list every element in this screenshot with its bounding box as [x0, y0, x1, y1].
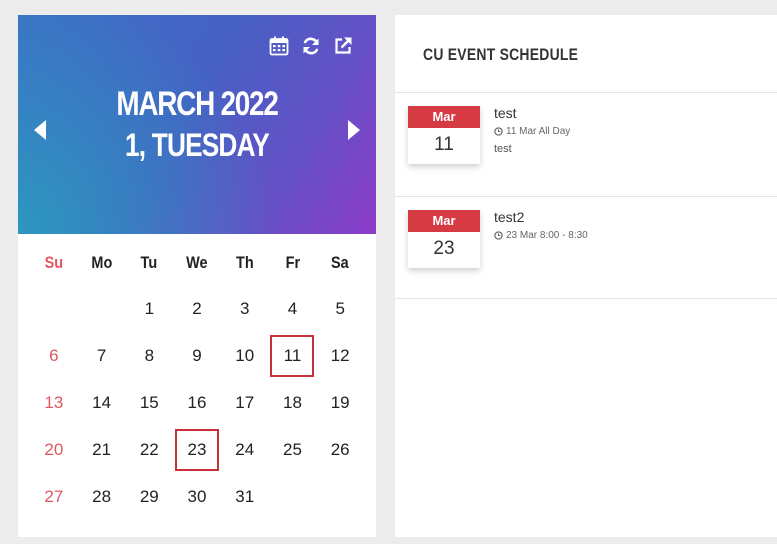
selected-day-label: 1, TUESDAY [125, 127, 270, 163]
badge-day: 11 [434, 134, 454, 155]
divider [395, 298, 777, 299]
weekday-label: Su [44, 253, 64, 272]
weekday-label: Sa [331, 253, 350, 272]
badge-day: 23 [433, 238, 455, 259]
chevron-right-icon [348, 120, 360, 140]
calendar-widget: MARCH 2022 1, TUESDAY Su Mo Tu We Th Fr Sa 123… [18, 15, 376, 537]
previous-month-button[interactable] [30, 115, 50, 145]
calendar-day[interactable]: 5 [316, 289, 364, 329]
weekday-label: We [186, 253, 208, 272]
event-title[interactable]: test [494, 105, 517, 121]
calendar-day[interactable]: 14 [78, 383, 126, 423]
next-month-button[interactable] [344, 115, 364, 145]
weekday-label: Mo [91, 253, 113, 272]
calendar-day[interactable]: 30 [173, 477, 221, 517]
calendar-day[interactable]: 31 [221, 477, 269, 517]
calendar-week-row: 27 28 29 30 31 [30, 473, 364, 520]
calendar-week-row: 12345 [30, 285, 364, 332]
calendar-empty-cell [316, 477, 364, 517]
refresh-icon[interactable] [300, 35, 322, 57]
calendar-day[interactable]: 19 [316, 383, 364, 423]
event-time: 11 Mar All Day [494, 126, 570, 137]
calendar-day-grid: 1 2 3 4 5 6 7 8 9 10 11 12 13 14 15 16 17 18 19 20 21 22 23 24 2… [30, 285, 364, 520]
month-year-label: MARCH 2022 [116, 85, 278, 123]
calendar-icon[interactable] [268, 35, 290, 57]
calendar-day[interactable]: 15 [125, 383, 173, 423]
calendar-day[interactable]: 13 [30, 383, 78, 423]
calendar-day[interactable]: 10 [221, 336, 269, 376]
calendar-empty-cell [269, 477, 317, 517]
calendar-day[interactable]: 6 [30, 336, 78, 376]
calendar-day[interactable]: 21 [78, 430, 126, 470]
calendar-day[interactable]: 2 [173, 289, 221, 329]
event-date-badge: Mar 23 [408, 210, 480, 268]
event-description: test [494, 143, 512, 155]
calendar-day[interactable]: 1 [125, 289, 173, 329]
calendar-week-row: 20 21 22 23 24 25 26 [30, 426, 364, 473]
calendar-day[interactable]: 16 [173, 383, 221, 423]
header-toolbar [268, 35, 354, 57]
calendar-day[interactable]: 23 [173, 430, 221, 470]
badge-month: Mar [408, 210, 480, 232]
clock-icon [494, 127, 503, 136]
weekday-label: Tu [140, 253, 158, 272]
clock-icon [494, 231, 503, 240]
calendar-day[interactable]: 26 [316, 430, 364, 470]
calendar-empty-cell [30, 289, 78, 329]
chevron-left-icon [34, 120, 46, 140]
calendar-day[interactable]: 27 [30, 477, 78, 517]
calendar-day[interactable]: 4 [269, 289, 317, 329]
event-time-text: 23 Mar 8:00 - 8:30 [506, 230, 588, 241]
calendar-empty-cell [78, 289, 126, 329]
event-time: 23 Mar 8:00 - 8:30 [494, 230, 588, 241]
calendar-day[interactable]: 3 [221, 289, 269, 329]
calendar-day[interactable]: 25 [269, 430, 317, 470]
calendar-day[interactable]: 24 [221, 430, 269, 470]
calendar-day[interactable]: 28 [78, 477, 126, 517]
event-item[interactable]: Mar 11 test 11 Mar All Day test [395, 93, 777, 193]
calendar-day[interactable]: 8 [125, 336, 173, 376]
calendar-day[interactable]: 7 [78, 336, 126, 376]
event-time-text: 11 Mar All Day [506, 126, 571, 137]
calendar-day[interactable]: 9 [173, 336, 221, 376]
calendar-header: MARCH 2022 1, TUESDAY [18, 15, 376, 234]
calendar-day[interactable]: 18 [269, 383, 317, 423]
calendar-week-row: 6 7 8 9 10 11 12 [30, 332, 364, 379]
event-date-badge: Mar 11 [408, 106, 480, 164]
schedule-title: CU EVENT SCHEDULE [423, 45, 579, 64]
calendar-day[interactable]: 12 [316, 336, 364, 376]
badge-month: Mar [408, 106, 480, 128]
weekday-label: Th [235, 253, 254, 272]
calendar-day[interactable]: 17 [221, 383, 269, 423]
weekday-header-row: Su Mo Tu We Th Fr Sa [30, 253, 364, 273]
external-link-icon[interactable] [332, 35, 354, 57]
event-title[interactable]: test2 [494, 209, 524, 225]
calendar-day[interactable]: 29 [125, 477, 173, 517]
event-schedule-panel: CU EVENT SCHEDULE Mar 11 test 11 Mar All… [395, 15, 777, 537]
calendar-day[interactable]: 20 [30, 430, 78, 470]
weekday-label: Fr [285, 253, 300, 272]
calendar-day[interactable]: 22 [125, 430, 173, 470]
calendar-week-row: 13 14 15 16 17 18 19 [30, 379, 364, 426]
event-item[interactable]: Mar 23 test2 23 Mar 8:00 - 8:30 [395, 197, 777, 297]
calendar-day[interactable]: 11 [269, 336, 317, 376]
